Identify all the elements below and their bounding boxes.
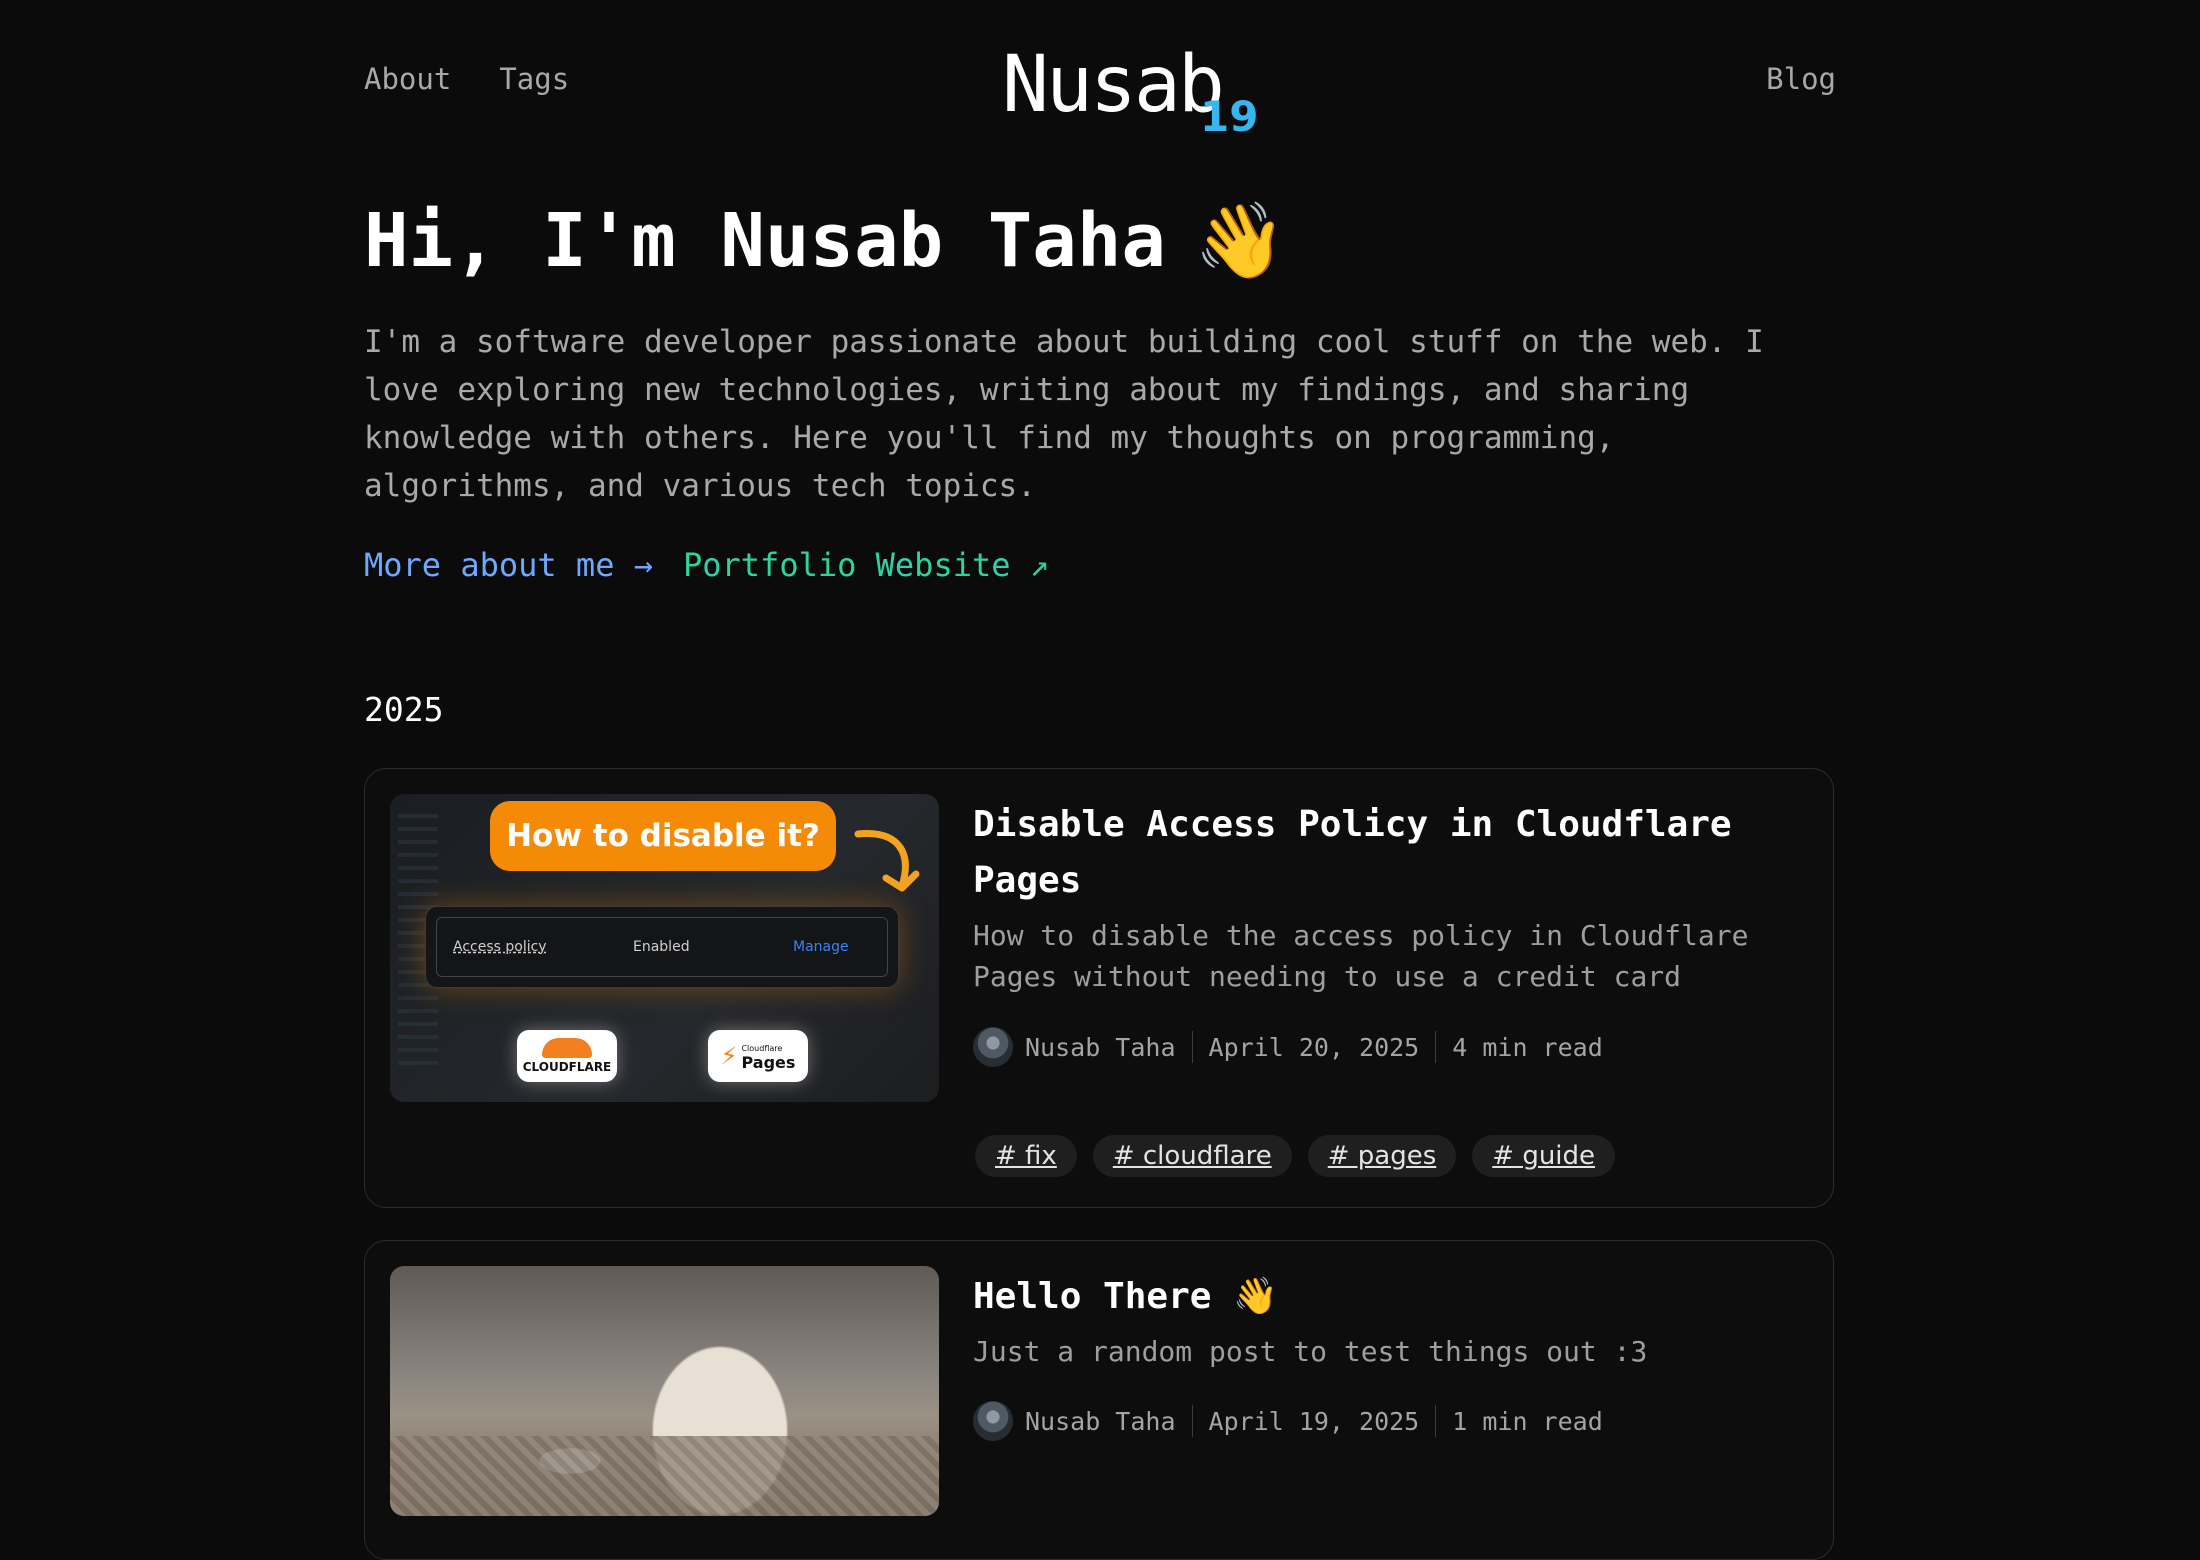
tag-fix[interactable]: # fix — [975, 1135, 1077, 1177]
access-policy-row: Access policy Enabled Manage — [436, 917, 888, 977]
tag-guide[interactable]: # guide — [1472, 1135, 1616, 1177]
policy-status: Enabled — [633, 939, 690, 955]
cloudflare-wordmark: CLOUDFLARE — [522, 1060, 612, 1074]
author-avatar — [973, 1401, 1013, 1441]
curved-arrow-icon — [854, 830, 920, 892]
post-meta: Nusab Taha April 20, 2025 4 min read — [973, 1027, 1603, 1067]
primary-nav: About Tags — [364, 62, 569, 96]
secondary-nav: Blog — [1766, 62, 1836, 96]
post-author: Nusab Taha — [1025, 1032, 1176, 1062]
site-header: About Tags Nusab 19 Blog — [364, 0, 1836, 200]
pages-wordmark-main: Pages — [741, 1053, 796, 1072]
cloudflare-logo-badge: CLOUDFLARE — [517, 1030, 617, 1082]
hero-title: Hi, I'm Nusab Taha 👋 — [364, 198, 1286, 285]
thumbnail-headline: How to disable it? — [490, 801, 836, 871]
nav-blog-link[interactable]: Blog — [1766, 62, 1836, 96]
cat-photo — [390, 1436, 939, 1516]
post-thumbnail[interactable]: How to disable it? Access policy Enabled… — [390, 794, 939, 1102]
more-about-me-link[interactable]: More about me → — [364, 546, 653, 584]
author-avatar — [973, 1027, 1013, 1067]
nav-about-link[interactable]: About — [364, 62, 451, 96]
post-card[interactable]: Hello There 👋 Just a random post to test… — [364, 1240, 1834, 1560]
portfolio-website-link[interactable]: Portfolio Website ↗ — [683, 546, 1049, 584]
post-title[interactable]: Hello There 👋 — [973, 1269, 1793, 1325]
wave-emoji-icon: 👋 — [1193, 198, 1287, 284]
hero-description: I'm a software developer passionate abou… — [364, 324, 1764, 504]
site-logo[interactable]: Nusab 19 — [1002, 40, 1282, 150]
page: About Tags Nusab 19 Blog Hi, I'm Nusab T… — [364, 0, 1836, 1560]
pages-wordmark: Cloudflare Pages — [741, 1042, 796, 1072]
cloud-icon — [542, 1038, 592, 1058]
post-date: April 20, 2025 — [1208, 1032, 1420, 1062]
post-title[interactable]: Disable Access Policy in Cloudflare Page… — [973, 797, 1793, 909]
post-read-time: 4 min read — [1452, 1032, 1603, 1062]
post-author: Nusab Taha — [1025, 1406, 1176, 1436]
policy-label: Access policy — [453, 939, 547, 955]
bolt-icon: ⚡ — [720, 1042, 738, 1070]
hero-links: More about me → Portfolio Website ↗ — [364, 546, 1049, 584]
tag-pages[interactable]: # pages — [1307, 1135, 1457, 1177]
nav-tags-link[interactable]: Tags — [499, 62, 569, 96]
access-policy-panel: Access policy Enabled Manage — [425, 906, 899, 988]
pages-logo-badge: ⚡ Cloudflare Pages — [708, 1030, 808, 1082]
post-date: April 19, 2025 — [1208, 1406, 1420, 1436]
post-meta: Nusab Taha April 19, 2025 1 min read — [973, 1401, 1603, 1441]
post-read-time: 1 min read — [1452, 1406, 1603, 1436]
logo-text: Nusab — [1002, 40, 1225, 130]
hero-title-text: Hi, I'm Nusab Taha — [364, 198, 1166, 284]
meta-divider — [1435, 1405, 1437, 1437]
logo-number: 19 — [1200, 92, 1259, 141]
meta-divider — [1191, 1405, 1193, 1437]
post-card[interactable]: How to disable it? Access policy Enabled… — [364, 768, 1834, 1208]
post-description: How to disable the access policy in Clou… — [973, 919, 1749, 993]
post-tags: # fix # cloudflare # pages # guide — [975, 1135, 1616, 1177]
post-description: Just a random post to test things out :3 — [973, 1335, 1648, 1368]
meta-divider — [1191, 1031, 1193, 1063]
year-heading: 2025 — [364, 690, 444, 729]
post-thumbnail[interactable] — [390, 1266, 939, 1516]
tag-cloudflare[interactable]: # cloudflare — [1092, 1135, 1292, 1177]
policy-manage: Manage — [793, 939, 849, 955]
meta-divider — [1435, 1031, 1437, 1063]
